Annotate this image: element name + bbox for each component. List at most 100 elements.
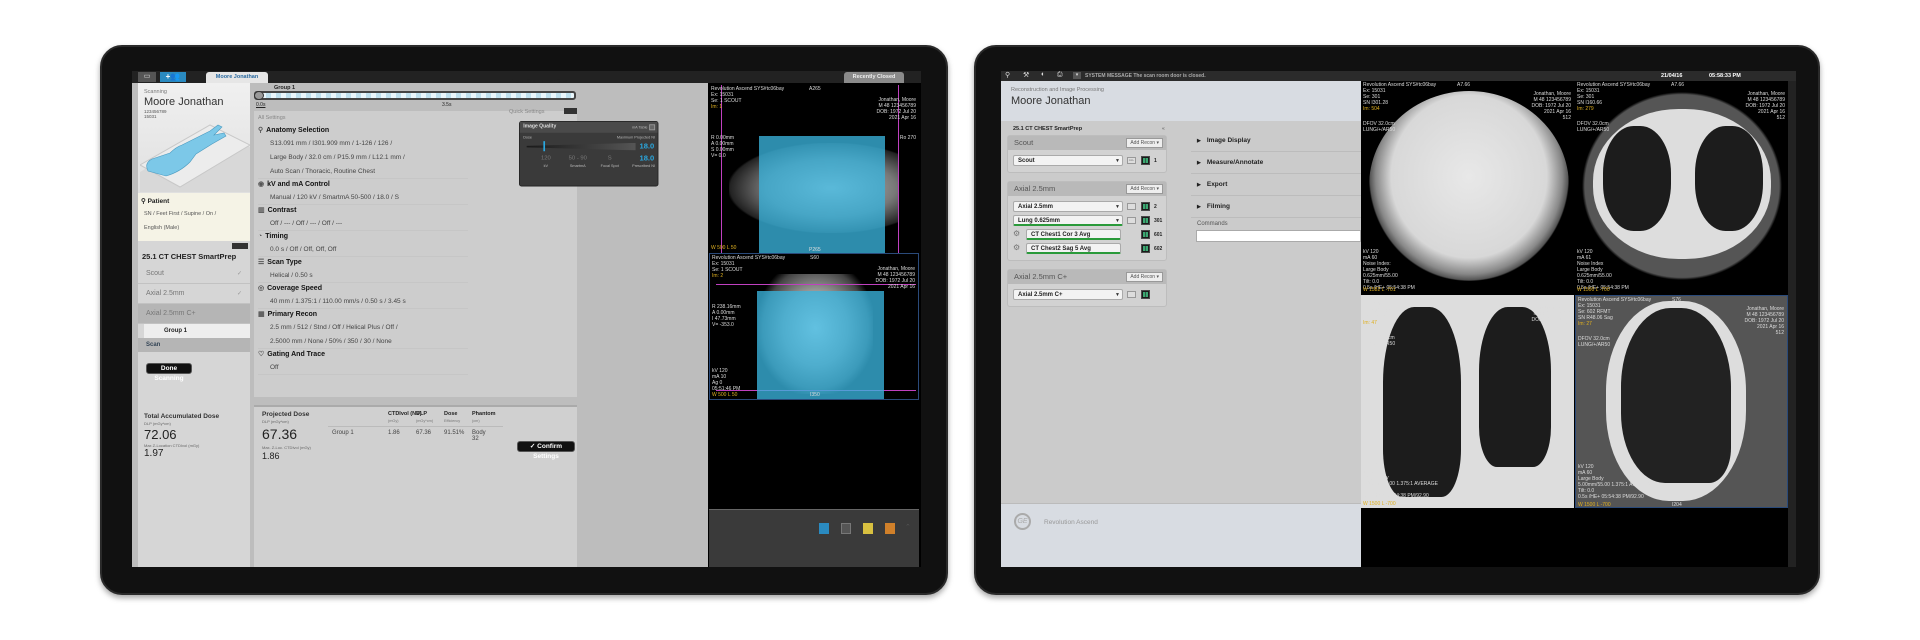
settings-section-gating-and-trace[interactable]: ♡ Gating And Trace xyxy=(258,349,468,361)
scan-item[interactable]: Scan xyxy=(138,338,250,352)
overlay-text: W 1500 L -700 xyxy=(1577,287,1610,293)
series-number: 602 xyxy=(1154,246,1163,252)
overlay-text: 512 xyxy=(1776,115,1785,121)
orange-tool[interactable] xyxy=(885,523,895,534)
overlay-text: 512 xyxy=(1562,115,1571,121)
dose-column-header: Dose xyxy=(444,411,458,417)
patient-view-tool[interactable] xyxy=(819,523,829,534)
settings-value[interactable]: 40 mm / 1.375:1 / 110.00 mm/s / 0.50 s /… xyxy=(258,295,468,309)
iq-param-value[interactable]: S xyxy=(595,155,624,161)
menu-item-filming[interactable]: ▶ Filming xyxy=(1191,196,1361,218)
protocol-item[interactable]: Scout ✓ xyxy=(138,264,250,284)
layout-grid-icon[interactable] xyxy=(1141,156,1150,165)
menu-item-export[interactable]: ▶ Export xyxy=(1191,174,1361,196)
scan-range-overlay[interactable] xyxy=(757,291,884,399)
layout-grid-icon[interactable] xyxy=(1141,230,1150,239)
grid-scrollbar[interactable] xyxy=(1788,81,1796,567)
protocol-toggle-button[interactable] xyxy=(232,243,248,249)
series-option-button[interactable] xyxy=(1127,291,1136,298)
gear-icon[interactable]: ⚙ xyxy=(1013,229,1020,238)
display-icon[interactable]: ◐ xyxy=(1041,71,1045,78)
commands-input[interactable] xyxy=(1196,230,1361,242)
recon-series-select[interactable]: CT Chest2 Sag 5 Avg xyxy=(1026,243,1121,254)
add-recon-button[interactable]: Add Recon ▾ xyxy=(1126,272,1163,282)
series-option-button[interactable] xyxy=(1127,217,1136,224)
dose-cell: 91.51% xyxy=(444,430,465,436)
magnify-tool[interactable] xyxy=(841,523,851,534)
settings-section-title: Primary Recon xyxy=(267,311,318,318)
recon-console-screen: ⚲ ⚒ ◐ ⎙ ▾ SYSTEM MESSAGE The scan room d… xyxy=(1001,71,1796,567)
add-recon-button[interactable]: Add Recon ▾ xyxy=(1126,138,1163,148)
location-icon[interactable]: ⚲ xyxy=(1005,71,1010,79)
settings-section-kv-and-ma-control[interactable]: ◉ kV and mA Control xyxy=(258,179,468,191)
protocol-group-item[interactable]: Group 1 xyxy=(144,324,250,338)
ct-viewport-axial[interactable]: Revolution Ascend SYS#tc06bay Ex: 15031 Se… xyxy=(1361,81,1574,294)
yellow-tool[interactable] xyxy=(863,523,873,534)
ct-viewport-sag[interactable]: Revolution Ascend SYS#tc06bay Ex: 15031 Se… xyxy=(1575,295,1788,508)
add-recon-button[interactable]: Add Recon ▾ xyxy=(1126,184,1163,194)
recon-series-select[interactable]: CT Chest1 Cor 3 Avg xyxy=(1026,229,1121,240)
protocol-list: Scout ✓ Axial 2.5mm ✓ Axial 2.5mm C+ Group 1S… xyxy=(138,264,250,352)
menu-item-image-display[interactable]: ▶ Image Display xyxy=(1191,130,1361,152)
iq-param-value[interactable]: 120 xyxy=(532,155,561,161)
tools-icon[interactable]: ⚒ xyxy=(1023,71,1029,79)
disabled-tool[interactable]: ⌃ xyxy=(905,523,913,534)
settings-value[interactable]: 0.0 s / Off / Off, Off, Off xyxy=(258,243,468,257)
settings-section-contrast[interactable]: ▥ Contrast xyxy=(258,205,468,217)
monitor-tab[interactable]: ▭ xyxy=(138,72,156,82)
recon-series-select[interactable]: Scout ▼ xyxy=(1013,155,1123,166)
message-dropdown-icon[interactable]: ▾ xyxy=(1073,72,1081,79)
settings-value[interactable]: 2.5 mm / 512 / Stnd / Off / Helical Plus… xyxy=(258,321,468,335)
recon-icon: ▦ xyxy=(258,311,265,318)
layout-grid-icon[interactable] xyxy=(1141,244,1150,253)
settings-section-scan-type[interactable]: ☰ Scan Type xyxy=(258,257,468,269)
collapse-icon[interactable]: « xyxy=(1162,126,1165,132)
recon-series-select[interactable]: Axial 2.5mm C+ ▼ xyxy=(1013,289,1123,300)
recon-series-select[interactable]: Axial 2.5mm ▼ xyxy=(1013,201,1123,212)
dose-slider-thumb[interactable] xyxy=(542,141,545,152)
gear-icon[interactable]: ⚙ xyxy=(1013,243,1020,252)
new-patient-tab[interactable]: +👥 xyxy=(160,72,186,82)
overlay-text: I350 xyxy=(810,392,820,398)
settings-value[interactable]: Off xyxy=(258,361,468,375)
confirm-settings-button[interactable]: ✓ Confirm Settings xyxy=(517,441,575,460)
settings-value[interactable]: Manual / 120 kV / SmartmA 50-500 / 18.0 … xyxy=(258,191,468,205)
settings-value[interactable]: Off / --- / Off / --- / Off / --- xyxy=(258,217,468,231)
settings-section-primary-recon[interactable]: ▦ Primary Recon xyxy=(258,309,468,321)
recon-series-select[interactable]: Lung 0.625mm ▼ xyxy=(1013,215,1123,226)
done-scanning-button[interactable]: Done Scanning xyxy=(146,363,192,382)
patient-language: English (Male) xyxy=(144,225,180,231)
series-option-button[interactable] xyxy=(1127,203,1136,210)
menu-item-measure-annotate[interactable]: ▶ Measure/Annotate xyxy=(1191,152,1361,174)
ct-viewport-axial2[interactable]: Revolution Ascend SYS#tc06bay Ex: 15031 Se… xyxy=(1575,81,1788,294)
settings-value[interactable]: Auto Scan / Thoracic, Routine Chest xyxy=(258,165,468,179)
recon-series-label: Axial 2.5mm xyxy=(1018,204,1054,210)
layout-grid-icon[interactable] xyxy=(1141,216,1150,225)
print-icon[interactable]: ⎙ xyxy=(1057,71,1063,79)
system-message: SYSTEM MESSAGE The scan room door is clo… xyxy=(1085,73,1206,79)
scan-range-overlay[interactable] xyxy=(759,136,885,253)
layout-grid-icon[interactable] xyxy=(1141,290,1150,299)
settings-section-coverage-speed[interactable]: ◎ Coverage Speed xyxy=(258,283,468,295)
ma-table-checkbox[interactable] xyxy=(649,124,656,131)
protocol-item[interactable]: Axial 2.5mm C+ xyxy=(138,304,250,324)
scout-frontal-viewport[interactable]: Revolution Ascend SYS#tc06bay Ex: 15031 Se… xyxy=(709,253,919,400)
settings-value[interactable]: S13.091 mm / I301.909 mm / 1-126 / 126 / xyxy=(258,137,468,151)
settings-section-anatomy-selection[interactable]: ⚲ Anatomy Selection xyxy=(258,125,468,137)
layout-grid-icon[interactable] xyxy=(1141,202,1150,211)
protocol-item[interactable]: Axial 2.5mm ✓ xyxy=(138,284,250,304)
quick-settings-toggle[interactable] xyxy=(564,108,577,114)
scan-timeline-bar[interactable] xyxy=(254,91,576,100)
series-number: 301 xyxy=(1154,218,1163,224)
series-option-button[interactable]: ALL xyxy=(1127,157,1136,164)
ct-viewport-cor[interactable]: Revolution Ascend SYS#tc06bay Ex: 15031 Se… xyxy=(1361,295,1574,508)
recently-closed-tab[interactable]: Recently Closed xyxy=(844,72,904,83)
iq-param-value[interactable]: 50 - 90 xyxy=(564,155,593,161)
settings-value[interactable]: Large Body / 32.0 cm / P15.9 mm / L12.1 … xyxy=(258,151,468,165)
settings-value[interactable]: Helical / 0.50 s xyxy=(258,269,468,283)
timeline-start-handle[interactable] xyxy=(254,91,264,100)
settings-section-timing[interactable]: ◔ Timing xyxy=(258,231,468,243)
patient-tab[interactable]: Moore Jonathan xyxy=(206,72,268,83)
scout-lateral-viewport[interactable]: Revolution Ascend SYS#tc06bay Ex: 15031 Se… xyxy=(709,85,919,253)
settings-value[interactable]: 2.5000 mm / None / 50% / 350 / 30 / None xyxy=(258,335,468,349)
